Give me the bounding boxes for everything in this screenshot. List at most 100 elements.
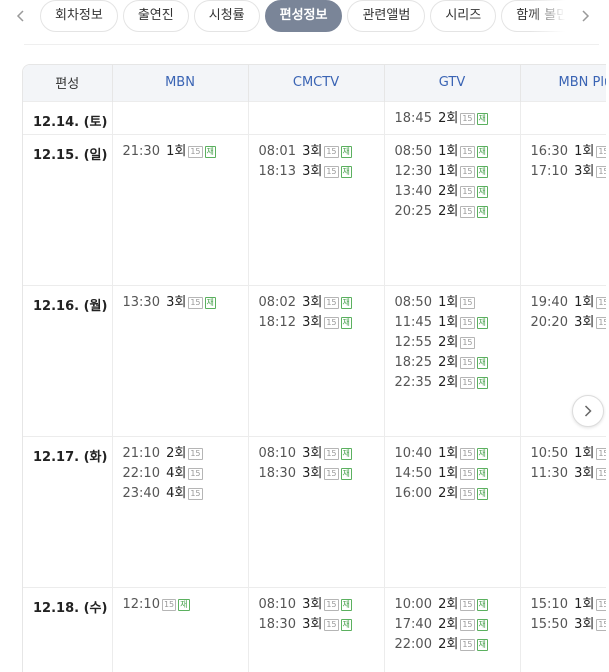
row-date: 12.18. (수) (23, 586, 112, 672)
broadcast-time: 15:10 (530, 596, 568, 612)
rerun-badge: 재 (204, 296, 216, 309)
broadcast-time: 21:10 (122, 445, 160, 461)
broadcast-entry: 08:50 1회 15 (395, 293, 520, 313)
schedule-header-row: 편성 MBN CMCTV GTV MBN Plus (23, 65, 609, 101)
broadcast-time: 16:30 (530, 143, 568, 159)
episode-number: 2회 (438, 374, 459, 390)
row-date: 12.14. (토) (23, 100, 112, 134)
age-rating-badge: 15 (324, 467, 339, 480)
age-rating-badge: 15 (460, 598, 475, 611)
tab-2[interactable]: 출연진 (122, 0, 189, 32)
tab-6[interactable]: 시리즈 (430, 0, 497, 32)
age-rating-badge: 15 (324, 296, 339, 309)
schedule-cell: 10:00 2회 15 재 17:40 2회 15 재 22:00 2회 15 재 (383, 586, 520, 672)
broadcast-entry: 18:45 2회 15 재 (395, 109, 520, 129)
broadcast-time: 18:12 (258, 314, 296, 330)
broadcast-time: 14:50 (394, 465, 432, 481)
broadcast-entry: 13:40 2회 15 재 (395, 182, 520, 202)
age-rating-badge: 15 (460, 618, 475, 631)
broadcast-time: 22:35 (394, 374, 432, 390)
scroll-right-button[interactable] (572, 395, 604, 427)
broadcast-time: 08:50 (394, 294, 432, 310)
age-rating-badge: 15 (188, 447, 203, 460)
schedule-cell: 15:10 1회15재15:50 3회15재 (519, 586, 609, 672)
schedule-cell: 21:10 2회 15 22:10 4회 15 23:40 4회 15 (111, 435, 248, 587)
chevron-left-icon[interactable] (8, 0, 32, 32)
schedule-row: 12.14. (토) 18:45 2회 15 재 (23, 100, 609, 134)
episode-number: 3회 (302, 616, 323, 632)
rerun-badge: 재 (340, 467, 352, 480)
schedule-table-container[interactable]: 편성 MBN CMCTV GTV MBN Plus 12.14. (토) 18:4… (22, 64, 609, 672)
episode-number: 2회 (438, 485, 459, 501)
episode-number: 3회 (574, 163, 595, 179)
rerun-badge: 재 (340, 165, 352, 178)
schedule-row: 12.16. (월) 13:30 3회 15 재 08:02 3회 15 재 18:12 3회… (23, 284, 609, 436)
rerun-badge: 재 (340, 447, 352, 460)
rerun-badge: 재 (476, 112, 488, 125)
broadcast-time: 20:20 (530, 314, 568, 330)
broadcast-entry: 18:30 3회 15 재 (259, 615, 384, 635)
rerun-badge: 재 (476, 638, 488, 651)
rerun-badge: 재 (476, 487, 488, 500)
episode-number: 2회 (438, 334, 459, 350)
broadcast-entry: 22:00 2회 15 재 (395, 635, 520, 655)
schedule-cell: 12:10 15 재 (111, 586, 248, 672)
age-rating-badge: 15 (161, 598, 177, 611)
episode-number: 1회 (574, 596, 595, 612)
age-rating-badge: 15 (460, 145, 475, 158)
age-rating-badge: 15 (460, 296, 475, 309)
broadcast-entry: 10:00 2회 15 재 (395, 595, 520, 615)
broadcast-entry: 10:50 1회15재 (531, 444, 609, 464)
age-rating-badge: 15 (188, 467, 203, 480)
schedule-row: 12.15. (일) 21:30 1회 15 재 08:01 3회 15 재 18:13 3회… (23, 133, 609, 285)
broadcast-time: 18:30 (258, 465, 296, 481)
broadcast-entry: 19:40 1회15재 (531, 293, 609, 313)
rerun-badge: 재 (476, 467, 488, 480)
age-rating-badge: 15 (460, 638, 475, 651)
broadcast-entry: 22:35 2회 15 재 (395, 373, 520, 393)
episode-number: 2회 (438, 354, 459, 370)
schedule-cell: 08:10 3회 15 재 18:30 3회 15 재 (247, 586, 384, 672)
tab-4[interactable]: 편성정보 (264, 0, 343, 32)
tab-3[interactable]: 시청률 (193, 0, 260, 32)
broadcast-entry: 10:40 1회 15 재 (395, 444, 520, 464)
tab-5[interactable]: 관련앨범 (347, 0, 426, 32)
broadcast-entry: 18:25 2회 15 재 (395, 353, 520, 373)
chevron-right-icon[interactable] (574, 0, 598, 32)
broadcast-time: 11:45 (394, 314, 432, 330)
episode-number: 1회 (438, 465, 459, 481)
age-rating-badge: 15 (460, 447, 475, 460)
tab-1[interactable]: 회차정보 (40, 0, 118, 32)
age-rating-badge: 15 (460, 467, 475, 480)
broadcast-entry: 15:10 1회15재 (531, 595, 609, 615)
episode-number: 3회 (574, 314, 595, 330)
age-rating-badge: 15 (460, 112, 475, 125)
channel-header-gtv: GTV (383, 65, 520, 101)
broadcast-entry: 12:10 15 재 (123, 595, 248, 615)
episode-number: 1회 (438, 143, 459, 159)
broadcast-time: 17:10 (530, 163, 568, 179)
row-date: 12.15. (일) (23, 133, 112, 285)
broadcast-time: 20:25 (394, 203, 432, 219)
episode-number: 3회 (302, 143, 323, 159)
broadcast-time: 11:30 (530, 465, 568, 481)
broadcast-time: 08:50 (394, 143, 432, 159)
broadcast-entry: 16:30 1회15재 (531, 142, 609, 162)
tab-list: 회차정보출연진시청률편성정보관련앨범시리즈함께 볼만 (40, 0, 570, 32)
broadcast-time: 22:10 (122, 465, 160, 481)
broadcast-entry: 16:00 2회 15 재 (395, 484, 520, 504)
rerun-badge: 재 (476, 356, 488, 369)
broadcast-entry: 17:10 3회15재 (531, 162, 609, 182)
episode-number: 2회 (438, 183, 459, 199)
broadcast-time: 22:00 (394, 636, 432, 652)
schedule-row: 12.18. (수) 12:10 15 재 08:10 3회 15 재 18:30 3회 15 재… (23, 586, 609, 672)
broadcast-time: 18:25 (394, 354, 432, 370)
broadcast-entry: 11:30 3회15재 (531, 464, 609, 484)
rerun-badge: 재 (476, 165, 488, 178)
broadcast-time: 16:00 (394, 485, 432, 501)
broadcast-time: 13:30 (122, 294, 160, 310)
tab-bar: 회차정보출연진시청률편성정보관련앨범시리즈함께 볼만 (0, 0, 609, 32)
rerun-badge: 재 (476, 618, 488, 631)
rerun-badge: 재 (340, 618, 352, 631)
broadcast-time: 23:40 (122, 485, 160, 501)
